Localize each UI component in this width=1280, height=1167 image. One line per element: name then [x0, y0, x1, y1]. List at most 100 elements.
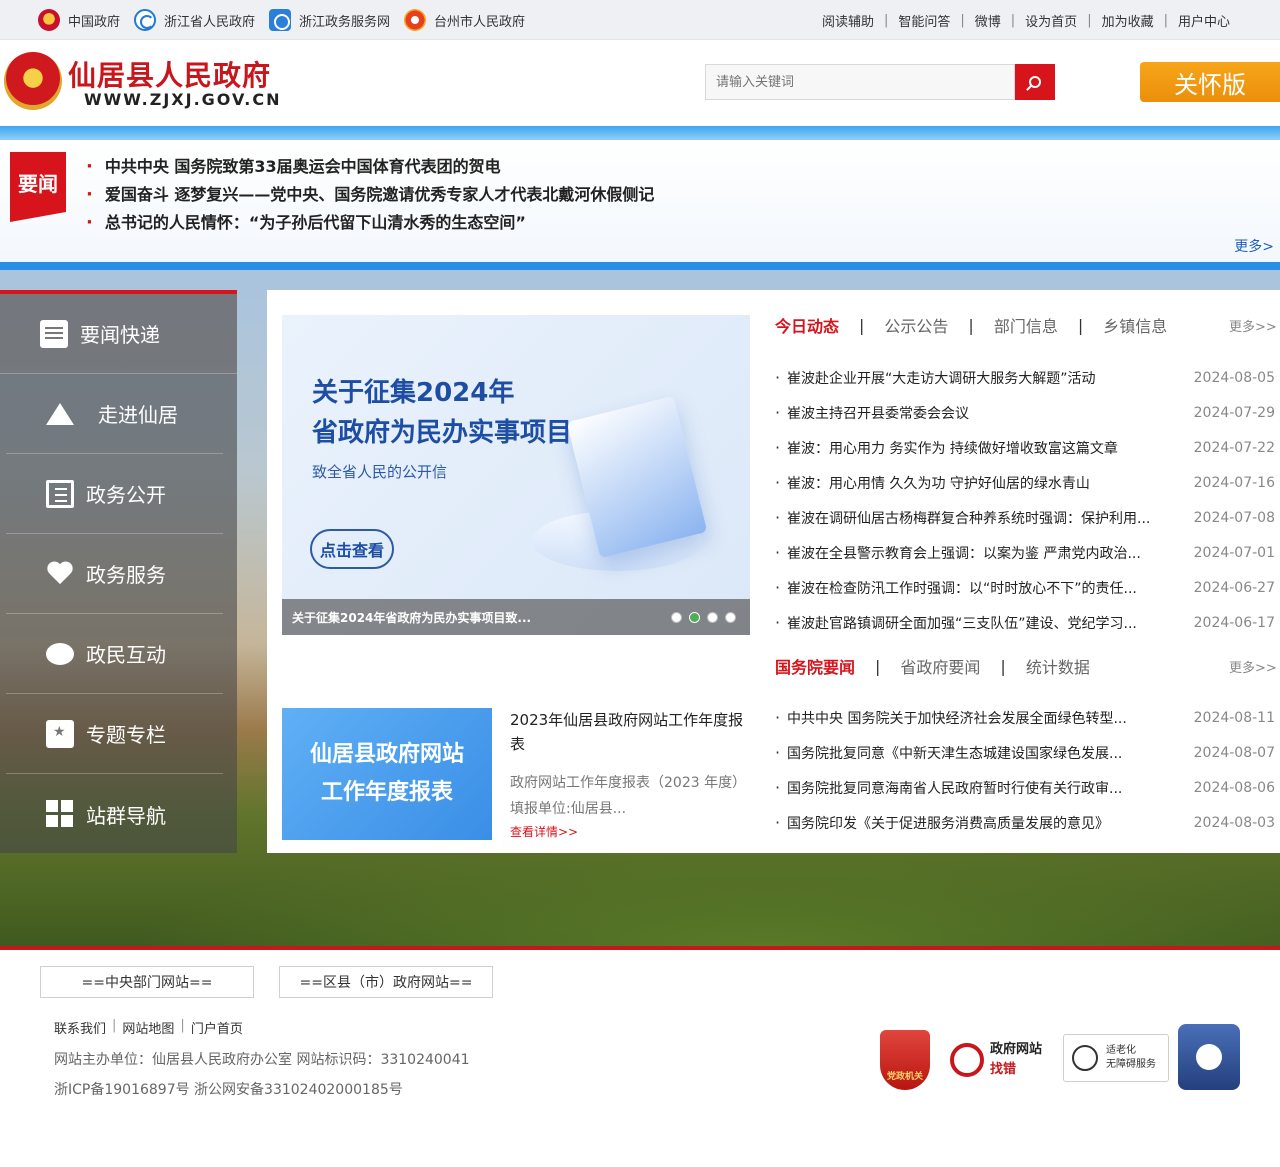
- headline-item[interactable]: 爱国奋斗 逐梦复兴——党中央、国务院邀请优秀专家人才代表北戴河休假侧记: [86, 181, 655, 205]
- police-mascot-badge[interactable]: [1178, 1024, 1240, 1090]
- search-button[interactable]: [1015, 64, 1055, 100]
- news-row[interactable]: · 崔波：用心用力 务实作为 持续做好增收致富这篇文章 2024-07-22: [775, 430, 1275, 465]
- link-taizhou-gov[interactable]: 台州市人民政府: [404, 9, 525, 31]
- party-gov-badge[interactable]: 党政机关: [880, 1030, 930, 1090]
- link-china-gov[interactable]: 中国政府: [38, 9, 120, 31]
- grid-icon: [46, 800, 74, 828]
- nav-item-topics[interactable]: 专题专栏: [6, 694, 223, 774]
- tab-departments[interactable]: 部门信息: [994, 313, 1058, 337]
- error-report-line1: 政府网站: [990, 1042, 1043, 1057]
- news-title: 国务院批复同意《中新天津生态城建设国家绿色发展...: [787, 745, 1123, 762]
- news-date: 2024-07-08: [1193, 509, 1275, 526]
- headline-item[interactable]: 中共中央 国务院致第33届奥运会中国体育代表团的贺电: [86, 153, 501, 177]
- headline-more-link[interactable]: 更多>: [1234, 236, 1274, 256]
- bullet: ·: [775, 708, 781, 727]
- carousel-dot[interactable]: [707, 612, 718, 623]
- bookmark-link[interactable]: 加为收藏: [1102, 11, 1154, 30]
- news-row[interactable]: · 国务院批复同意海南省人民政府暂时行使有关行政审... 2024-08-06: [775, 770, 1275, 805]
- nav-item-interaction[interactable]: 政民互动: [6, 614, 223, 694]
- banner-title: 关于征集2024年 省政府为民办实事项目: [312, 373, 572, 453]
- news-row[interactable]: · 中共中央 国务院关于加快经济社会发展全面绿色转型... 2024-08-11: [775, 700, 1275, 735]
- link-taizhou-gov-label: 台州市人民政府: [434, 14, 526, 30]
- news-row[interactable]: · 崔波在全县警示教育会上强调：以案为鉴 严肃党内政治... 2024-07-01: [775, 535, 1275, 570]
- top-right-links: 阅读辅助 | 智能问答 | 微博 | 设为首页 | 加为收藏 | 用户中心: [822, 0, 1230, 40]
- headline-item[interactable]: 总书记的人民情怀：“为子孙后代留下山清水秀的生态空间”: [86, 209, 526, 233]
- link-zhejiang-service[interactable]: 浙江政务服务网: [269, 9, 390, 31]
- news-row[interactable]: · 崔波赴官路镇调研全面加强“三支队伍”建设、党纪学习... 2024-06-17: [775, 605, 1275, 640]
- nav-item-about[interactable]: 走进仙居: [6, 374, 223, 454]
- newspaper-icon: [40, 319, 68, 348]
- site-title[interactable]: 仙居县人民政府: [68, 54, 271, 94]
- gov-site-error-report-badge[interactable]: 政府网站 找错: [950, 1036, 1050, 1084]
- reading-aid-link[interactable]: 阅读辅助: [822, 11, 874, 30]
- news-row[interactable]: · 国务院批复同意《中新天津生态城建设国家绿色发展... 2024-08-07: [775, 735, 1275, 770]
- tab-state-council[interactable]: 国务院要闻: [775, 654, 855, 678]
- news-row[interactable]: · 崔波在调研仙居古杨梅群复合种养系统时强调：保护利用... 2024-07-08: [775, 500, 1275, 535]
- nav-item-label: 政民互动: [86, 643, 166, 667]
- link-zhejiang-service-label: 浙江政务服务网: [299, 14, 391, 30]
- carousel-dot-active[interactable]: [689, 612, 700, 623]
- chat-icon: [46, 642, 74, 665]
- tab-notices[interactable]: 公示公告: [884, 313, 948, 337]
- separator: |: [112, 1018, 117, 1033]
- carousel-dot[interactable]: [671, 612, 682, 623]
- nav-item-news[interactable]: 要闻快递: [0, 294, 237, 374]
- accessibility-badge[interactable]: 适老化 无障碍服务: [1063, 1034, 1169, 1082]
- tab-separator: |: [859, 315, 865, 335]
- bullet: ·: [775, 403, 781, 422]
- link-china-gov-label: 中国政府: [68, 14, 121, 30]
- banner-title-line1: 关于征集2024年: [312, 378, 515, 408]
- nav-item-open-gov[interactable]: 政务公开: [6, 454, 223, 534]
- separator: |: [883, 12, 889, 28]
- footer-icp-info[interactable]: 浙ICP备19016897号 浙公网安备33102402000185号: [54, 1079, 403, 1099]
- county-sites-select[interactable]: ==区县（市）政府网站==: [279, 966, 493, 998]
- portal-home-link[interactable]: 门户首页: [191, 1018, 243, 1037]
- weibo-link[interactable]: 微博: [975, 11, 1001, 30]
- tab-statistics[interactable]: 统计数据: [1026, 654, 1090, 678]
- bullet: ·: [775, 578, 781, 597]
- news-row[interactable]: · 崔波赴企业开展“大走访大调研大服务大解题”活动 2024-08-05: [775, 360, 1275, 395]
- bullet: ·: [775, 508, 781, 527]
- news-title: 崔波赴官路镇调研全面加强“三支队伍”建设、党纪学习...: [787, 615, 1137, 632]
- banner-carousel[interactable]: 关于征集2024年 省政府为民办实事项目 致全省人民的公开信 点击查看 关于征集…: [282, 315, 750, 635]
- nav-item-site-group[interactable]: 站群导航: [6, 774, 223, 854]
- contact-us-link[interactable]: 联系我们: [54, 1018, 106, 1037]
- news-date: 2024-07-01: [1193, 544, 1275, 561]
- link-zhejiang-gov[interactable]: 浙江省人民政府: [134, 9, 255, 31]
- user-center-link[interactable]: 用户中心: [1178, 11, 1230, 30]
- footer-links: 联系我们 | 网站地图 | 门户首页: [54, 1018, 243, 1037]
- report-title[interactable]: 2023年仙居县政府网站工作年度报表: [510, 708, 750, 756]
- care-version-button[interactable]: 关怀版: [1140, 62, 1280, 102]
- set-homepage-link[interactable]: 设为首页: [1025, 11, 1077, 30]
- top-gov-links: 中国政府 浙江省人民政府 浙江政务服务网 台州市人民政府: [38, 0, 539, 40]
- tab-provincial[interactable]: 省政府要闻: [900, 654, 980, 678]
- tab-townships[interactable]: 乡镇信息: [1103, 313, 1167, 337]
- news-row[interactable]: · 崔波：用心用情 久久为功 守护好仙居的绿水青山 2024-07-16: [775, 465, 1275, 500]
- news-row[interactable]: · 崔波在检查防汛工作时强调：以“时时放心不下”的责任... 2024-06-27: [775, 570, 1275, 605]
- nav-item-gov-service[interactable]: 政务服务: [6, 534, 223, 614]
- error-report-line2: 找错: [990, 1062, 1017, 1077]
- dynamics-more-link[interactable]: 更多>>: [1229, 316, 1277, 335]
- banner-view-button[interactable]: 点击查看: [310, 529, 394, 569]
- tab-today[interactable]: 今日动态: [775, 313, 839, 337]
- news-title: 国务院批复同意海南省人民政府暂时行使有关行政审...: [787, 780, 1123, 797]
- news-date: 2024-06-17: [1193, 614, 1275, 631]
- search-input[interactable]: [705, 64, 1015, 100]
- separator: |: [960, 12, 965, 28]
- news-row[interactable]: · 国务院印发《关于促进服务消费高质量发展的意见》 2024-08-03: [775, 805, 1275, 840]
- news-title: 崔波赴企业开展“大走访大调研大服务大解题”活动: [787, 370, 1096, 387]
- news-date: 2024-07-22: [1193, 439, 1275, 456]
- report-thumbnail[interactable]: 仙居县政府网站 工作年度报表: [282, 708, 492, 840]
- smart-qa-link[interactable]: 智能问答: [898, 11, 950, 30]
- news-row[interactable]: · 崔波主持召开县委常委会会议 2024-07-29: [775, 395, 1275, 430]
- news-date: 2024-08-11: [1193, 709, 1275, 726]
- nav-item-label: 政务公开: [86, 483, 166, 507]
- news-title: 中共中央 国务院关于加快经济社会发展全面绿色转型...: [787, 710, 1127, 727]
- carousel-dot[interactable]: [725, 612, 736, 623]
- report-more-link[interactable]: 查看详情>>: [510, 823, 578, 840]
- bullet: ·: [775, 778, 781, 797]
- central-departments-select[interactable]: ==中央部门网站==: [40, 966, 254, 998]
- national-emblem-logo-icon[interactable]: [4, 52, 62, 110]
- sitemap-link[interactable]: 网站地图: [122, 1018, 174, 1037]
- state-news-more-link[interactable]: 更多>>: [1229, 657, 1277, 676]
